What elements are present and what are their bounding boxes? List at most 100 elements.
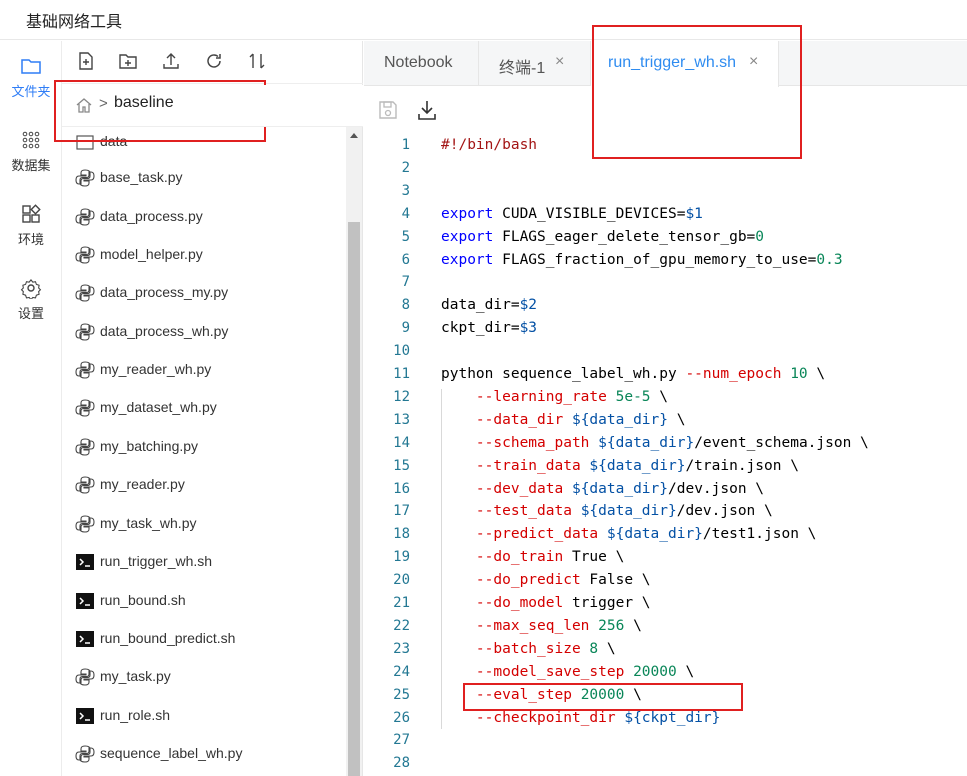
line-number: 5 — [401, 228, 410, 245]
terminal-icon — [76, 593, 94, 609]
upload-icon[interactable] — [161, 51, 181, 71]
rail-item-environment[interactable]: 环境 — [0, 203, 62, 248]
code-token: ckpt_dir= — [441, 320, 520, 337]
refresh-icon[interactable] — [204, 51, 224, 71]
code-text: --do_model trigger \ — [441, 595, 651, 611]
code-line: 19 --do_train True \ — [364, 547, 967, 570]
folder-icon — [21, 59, 41, 74]
save-icon[interactable] — [377, 99, 399, 121]
breadcrumb-current[interactable]: baseline — [114, 94, 174, 112]
file-list-item[interactable]: run_bound_predict.sh — [62, 620, 346, 658]
file-list-item[interactable]: data_process_my.py — [62, 274, 346, 312]
code-line: 21 --do_model trigger \ — [364, 593, 967, 616]
file-list-item[interactable]: run_role.sh — [62, 697, 346, 735]
code-line: 6 export FLAGS_fraction_of_gpu_memory_to_… — [364, 250, 967, 273]
file-name: sequence_label_wh.py — [100, 745, 243, 761]
file-list-item[interactable]: data_process.py — [62, 198, 346, 236]
code-line: 27 — [364, 730, 967, 753]
file-list-item[interactable]: my_reader.py — [62, 466, 346, 504]
code-token: \ — [668, 411, 686, 428]
line-number: 6 — [401, 251, 410, 268]
new-folder-icon[interactable] — [118, 51, 138, 71]
code-token: 20000 — [633, 663, 677, 680]
code-token: export — [441, 228, 494, 245]
code-line: 17 --test_data ${data_dir}/dev.json \ — [364, 501, 967, 524]
code-token: /test1.json \ — [702, 526, 817, 543]
line-number: 26 — [393, 709, 410, 726]
file-list-item[interactable]: run_trigger_wh.sh — [62, 543, 346, 581]
rail-item-folder[interactable]: 文件夹 — [0, 55, 62, 100]
rail-item-dataset[interactable]: 数据集 — [0, 129, 62, 174]
rail-label: 数据集 — [11, 158, 51, 173]
code-token: \ — [598, 640, 616, 657]
code-token: --schema_path — [475, 434, 590, 451]
code-text: --checkpoint_dir ${ckpt_dir} — [441, 710, 720, 726]
file-explorer: > baseline data base_task.py data_process.… — [62, 41, 363, 776]
code-token: --max_seq_len — [475, 617, 590, 634]
file-list-item[interactable]: data_process_wh.py — [62, 313, 346, 351]
code-text: export FLAGS_fraction_of_gpu_memory_to_u… — [441, 252, 843, 268]
code-token: --dev_data — [475, 480, 564, 497]
code-token: --model_save_step — [475, 663, 625, 680]
tab-notebook[interactable]: Notebook — [364, 41, 479, 86]
python-file-icon — [75, 361, 95, 379]
code-line: 8 data_dir=$2 — [364, 295, 967, 318]
line-number: 3 — [401, 182, 410, 199]
file-list-item[interactable]: my_task.py — [62, 658, 346, 696]
code-token: 256 — [598, 617, 625, 634]
file-list-item[interactable]: model_helper.py — [62, 236, 346, 274]
code-text: python sequence_label_wh.py --num_epoch … — [441, 366, 825, 382]
file-list-item[interactable]: run_bound.sh — [62, 582, 346, 620]
code-line: 10 — [364, 341, 967, 364]
dataset-icon — [22, 131, 40, 149]
file-list-item[interactable]: my_batching.py — [62, 428, 346, 466]
code-editor[interactable]: 1 #!/bin/bash 2 3 4 export CUDA_VISIBLE_DEVIC… — [364, 135, 967, 776]
scroll-thumb[interactable] — [348, 222, 360, 776]
code-token: export — [441, 205, 494, 222]
rail-item-settings[interactable]: 设置 — [0, 277, 62, 322]
code-token: ${data_dir} — [606, 526, 703, 543]
file-list-item[interactable]: my_dataset_wh.py — [62, 389, 346, 427]
code-token: --learning_rate — [475, 388, 607, 405]
highlight-box-active-tab — [592, 25, 802, 159]
code-line: 13 --data_dir ${data_dir} \ — [364, 410, 967, 433]
sort-icon[interactable] — [247, 51, 267, 71]
python-file-icon — [75, 745, 95, 763]
line-number: 16 — [393, 480, 410, 497]
code-line: 20 --do_predict False \ — [364, 570, 967, 593]
code-token: True \ — [563, 549, 625, 566]
terminal-icon — [76, 708, 94, 724]
close-icon[interactable]: × — [555, 53, 564, 71]
file-list-item[interactable]: my_reader_wh.py — [62, 351, 346, 389]
home-icon[interactable] — [75, 96, 93, 114]
python-file-icon — [75, 438, 95, 456]
download-icon[interactable] — [416, 99, 438, 121]
file-list-item[interactable]: my_task_wh.py — [62, 505, 346, 543]
new-file-icon[interactable] — [76, 51, 96, 71]
code-text: --do_train True \ — [441, 549, 624, 565]
tab-label: 终端-1 — [499, 60, 546, 77]
code-token: $2 — [519, 297, 538, 314]
line-number: 13 — [393, 411, 410, 428]
file-list-scrollbar[interactable] — [346, 127, 362, 776]
line-number: 18 — [393, 526, 410, 543]
code-line: 5 export FLAGS_eager_delete_tensor_gb=0 — [364, 227, 967, 250]
file-name: base_task.py — [100, 169, 183, 185]
code-token: /dev.json \ — [676, 503, 773, 520]
code-token: 10 — [790, 366, 808, 382]
indent-guide — [441, 389, 442, 729]
scroll-up-arrow[interactable] — [350, 133, 358, 138]
code-token: ${data_dir} — [571, 411, 668, 428]
file-list-item[interactable]: base_task.py — [62, 159, 346, 197]
code-text: --learning_rate 5e-5 \ — [441, 389, 668, 405]
file-list-item[interactable]: sequence_label_wh.py — [62, 735, 346, 773]
tab-terminal-1[interactable]: 终端-1 × — [479, 41, 591, 86]
